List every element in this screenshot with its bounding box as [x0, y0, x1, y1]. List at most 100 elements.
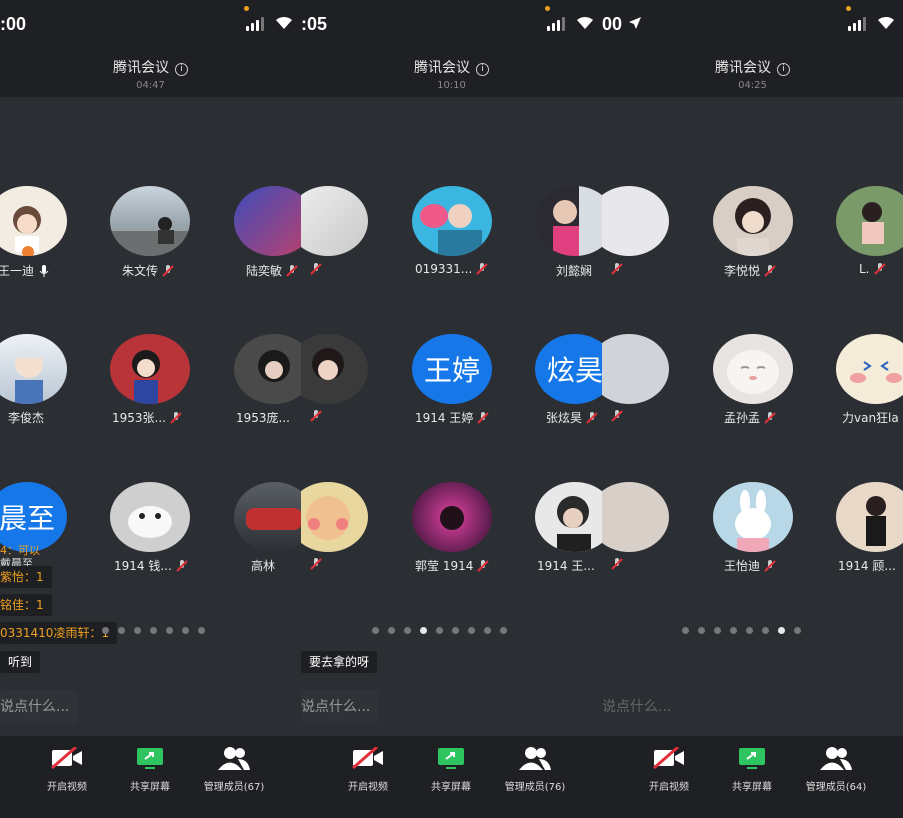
mic-off-icon	[764, 264, 776, 277]
participant-name-text: 019331...	[415, 262, 473, 276]
participant-name: 朱文传	[122, 262, 175, 279]
avatar-initials-text: 王婷	[423, 354, 480, 387]
mic-off-icon	[764, 559, 776, 572]
participant-avatar[interactable]	[0, 186, 67, 256]
participant-name: 1914 钱...	[114, 557, 189, 574]
mic-off-icon	[477, 559, 490, 572]
page-indicator	[102, 627, 205, 634]
manage-members-button[interactable]: 管理成员(76)	[495, 744, 575, 793]
chat-input[interactable]: 说点什么...	[602, 690, 680, 724]
participant-avatar[interactable]	[110, 482, 190, 552]
participant-avatar[interactable]	[234, 482, 301, 552]
participant-avatar[interactable]	[602, 334, 669, 404]
chat-input-placeholder: 说点什么...	[602, 699, 672, 715]
participant-name-text: 1914 王婷	[415, 411, 474, 425]
participant-avatar-initials[interactable]: 炫昊	[535, 334, 602, 404]
chat-input[interactable]: 说点什么...	[0, 690, 78, 724]
chat-message-text: 紫怡：1	[0, 570, 44, 584]
mic-off-icon	[170, 411, 182, 424]
participant-name: 019331...	[415, 262, 489, 276]
participant-avatar[interactable]	[602, 186, 669, 256]
chat-message: 4：可以	[0, 544, 40, 558]
share-screen-button[interactable]: 共享屏幕	[712, 744, 792, 793]
app-title[interactable]: 腾讯会议 i	[0, 57, 301, 77]
participant-name-text: 张炫昊	[546, 411, 583, 425]
participant-name: 李悦悦	[724, 262, 777, 279]
participant-avatar[interactable]	[301, 186, 368, 256]
members-icon	[820, 747, 852, 770]
top-bar: :00 腾讯会议 i 04:47	[0, 0, 301, 97]
participant-name-text: 李俊杰	[8, 411, 45, 425]
participant-name: 1953庞...	[236, 409, 290, 426]
manage-members-button[interactable]: 管理成员(67)	[194, 744, 274, 793]
participant-avatar[interactable]	[535, 186, 602, 256]
participant-avatar[interactable]	[0, 334, 67, 404]
participant-avatar[interactable]	[110, 186, 190, 256]
participant-name-text: 王怡迪	[724, 559, 761, 573]
participant-name: 王一迪	[0, 262, 51, 279]
participant-name-text: 1914 王...	[537, 559, 595, 573]
mic-off-icon	[310, 263, 322, 275]
share-screen-icon	[739, 748, 765, 769]
participant-name: 1914 王婷	[309, 262, 323, 276]
share-screen-button[interactable]: 共享屏幕	[411, 744, 491, 793]
mic-off-icon	[476, 263, 488, 275]
participant-avatar[interactable]	[301, 334, 368, 404]
chat-input[interactable]: 说点什么...	[301, 690, 379, 724]
mic-off-icon	[873, 263, 886, 275]
mic-off-icon	[477, 411, 490, 424]
app-title[interactable]: 腾讯会议 i	[301, 57, 602, 77]
participant-avatar-initials[interactable]: 晨至	[0, 482, 67, 552]
manage-members-button[interactable]: 管理成员(64)	[796, 744, 876, 793]
start-video-button[interactable]: 开启视频	[328, 744, 408, 793]
participant-avatar[interactable]	[602, 482, 669, 552]
info-icon[interactable]: i	[175, 63, 188, 76]
share-screen-icon	[438, 748, 464, 769]
participant-name: 力van狂la	[842, 409, 899, 426]
chat-input-placeholder: 说点什么...	[0, 699, 70, 715]
participant-name-text: 1914 顾...	[838, 559, 896, 573]
app-title[interactable]: 腾讯会议 i	[602, 57, 903, 77]
app-title-text: 腾讯会议	[113, 60, 169, 76]
participant-avatar[interactable]	[301, 482, 368, 552]
participant-name: 孟孙孟	[724, 409, 777, 426]
participant-name	[610, 557, 624, 571]
info-icon[interactable]: i	[476, 63, 489, 76]
participant-avatar[interactable]	[713, 186, 793, 256]
participant-avatar[interactable]	[713, 482, 793, 552]
mic-off-icon	[310, 410, 322, 422]
participant-name: 刘懿娴	[556, 262, 592, 279]
bottom-toolbar: 开启视频 共享屏幕 管理成员(76)	[301, 736, 602, 818]
bottom-toolbar: 开启视频 共享屏幕 管理成员(67)	[0, 736, 301, 818]
participant-avatar[interactable]	[234, 186, 301, 256]
page-indicator	[682, 627, 801, 634]
meeting-duration: 10:10	[437, 80, 466, 91]
participant-avatar[interactable]	[412, 186, 492, 256]
participant-name	[610, 262, 624, 276]
status-time: :00	[0, 14, 27, 34]
participant-avatar-initials[interactable]: 王婷	[412, 334, 492, 404]
participant-avatar[interactable]	[836, 186, 903, 256]
participant-avatar[interactable]	[234, 334, 301, 404]
info-icon[interactable]: i	[777, 63, 790, 76]
share-screen-icon	[137, 748, 163, 769]
participant-avatar[interactable]	[713, 334, 793, 404]
members-icon	[218, 747, 250, 770]
start-video-button[interactable]: 开启视频	[629, 744, 709, 793]
participant-avatar[interactable]	[836, 482, 903, 552]
mic-off-icon	[764, 411, 776, 424]
meeting-panel-1: :00 腾讯会议 i 04:47 王一迪 朱文传 陆奕敏 李俊杰 1953张...…	[0, 0, 301, 818]
participant-avatar[interactable]	[412, 482, 492, 552]
mic-off-icon	[611, 263, 623, 275]
participant-avatar[interactable]	[535, 482, 602, 552]
share-screen-button[interactable]: 共享屏幕	[110, 744, 190, 793]
participant-avatar[interactable]	[110, 334, 190, 404]
chat-message-text: 4：可以	[0, 544, 40, 557]
participant-name-text: 陆奕敏	[246, 264, 283, 278]
participant-avatar[interactable]	[836, 334, 903, 404]
participant-name-text: 1914 钱...	[114, 559, 172, 573]
tool-label: 开启视频	[348, 782, 388, 793]
start-video-button[interactable]: 开启视频	[27, 744, 107, 793]
video-off-icon	[352, 747, 383, 769]
participant-name: 陆奕敏	[246, 262, 299, 279]
